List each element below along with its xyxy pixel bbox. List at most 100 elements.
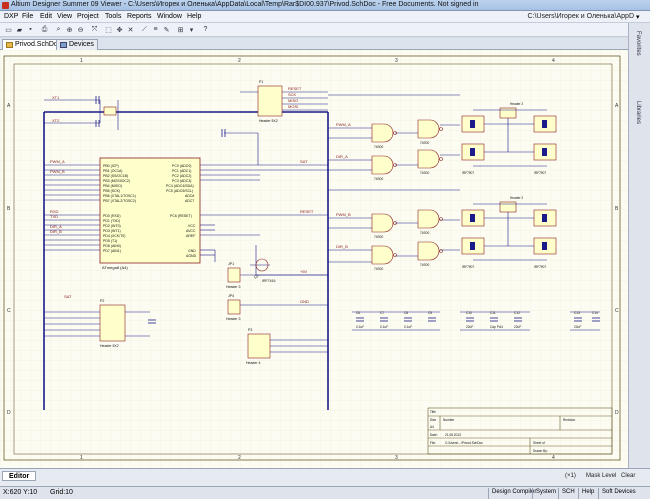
grid-size: Grid:10: [50, 489, 73, 496]
zoom-level[interactable]: (×1): [565, 473, 576, 479]
net-label-dir-a-right: DIR_A: [336, 154, 348, 159]
cap-value-c10: 22uF: [466, 325, 473, 329]
zoom-area-icon[interactable]: ⌕: [54, 25, 63, 34]
ruler-top-4: 4: [552, 58, 555, 64]
title-block-revision: Revision: [563, 418, 575, 422]
print-icon[interactable]: ⎙: [40, 25, 49, 34]
ruler-left-d: D: [7, 410, 11, 416]
net-label-pwm-a-left: PWM_A: [50, 159, 65, 164]
zoom-selected-icon[interactable]: ⊖: [76, 25, 85, 34]
menu-view[interactable]: View: [57, 13, 72, 20]
save-icon[interactable]: ▪: [26, 25, 35, 34]
path-dropdown-arrow-icon[interactable]: ▾: [636, 13, 640, 21]
menu-project[interactable]: Project: [77, 13, 99, 20]
favorites-panel-tab[interactable]: Favorites: [635, 31, 641, 56]
cap-ref-c7: C7: [380, 311, 384, 315]
crystal[interactable]: [103, 106, 117, 116]
header-jp1-ref: JP1: [228, 262, 234, 266]
tab-label: Devices: [69, 41, 94, 48]
mask-level-button[interactable]: Mask Level: [586, 473, 616, 479]
cap-value-c8: 0.1uF: [404, 325, 412, 329]
tab-devices[interactable]: Devices: [56, 39, 98, 50]
mcu-pin-pd5: PD5 (T1): [103, 239, 117, 243]
editor-tab[interactable]: Editor: [2, 471, 37, 481]
open-folder-icon[interactable]: ▰: [15, 25, 24, 34]
net-label-5v: +5V: [300, 269, 308, 274]
cap-ref-c12: C12: [514, 311, 520, 315]
cap-ref-c6: C6: [356, 311, 360, 315]
soft-devices-button[interactable]: Soft Devices: [598, 488, 639, 499]
mosfet-label-1: IRF7907: [462, 171, 474, 175]
menu-tools[interactable]: Tools: [105, 13, 121, 20]
bus-icon[interactable]: ≡: [151, 25, 160, 34]
pencil-icon[interactable]: ✎: [162, 25, 171, 34]
mcu-pin-pb7: PB7 (XTAL2/TOSC2): [103, 199, 136, 203]
cap-ref-c8: C8: [404, 311, 408, 315]
grid-dropdown-icon[interactable]: ▾: [187, 25, 196, 34]
zoom-fit-icon[interactable]: ⊕: [65, 25, 74, 34]
right-header-label-2: Header 2: [510, 196, 523, 200]
libraries-panel-tab[interactable]: Libraries: [635, 101, 641, 124]
header-p3[interactable]: [247, 333, 271, 359]
help-button[interactable]: Help: [578, 488, 597, 499]
header-p1-ref: P1: [259, 80, 263, 84]
ruler-top-2: 2: [238, 58, 241, 64]
cap-value-c11: Cap Pol1: [490, 325, 503, 329]
menu-edit[interactable]: Edit: [40, 13, 52, 20]
net-label-gnd: GND: [300, 299, 309, 304]
header-jp1-name: Header 3: [226, 285, 240, 289]
mosfet-label-4: IRF7907: [534, 265, 546, 269]
title-block-size-value: A4: [430, 425, 434, 429]
system-button[interactable]: System: [532, 488, 559, 499]
net-label-mosi-top: MOSI: [288, 104, 298, 109]
sch-button[interactable]: SCH: [558, 488, 578, 499]
menu-reports[interactable]: Reports: [127, 13, 152, 20]
mosfet-label-2: IRF7907: [534, 171, 546, 175]
title-block-file-value: C:\Users\...\Privod.SchDoc: [445, 441, 483, 445]
status-bar: X:620 Y:10 Grid:10 Design Compiler Syste…: [0, 486, 650, 499]
header-jp1[interactable]: [227, 267, 241, 283]
clear-button[interactable]: Clear: [621, 473, 635, 479]
gate-label-3: 74S00: [420, 141, 429, 145]
header-p2[interactable]: [99, 304, 126, 342]
menu-file[interactable]: File: [22, 13, 33, 20]
mcu-pin-pd0: PD0 (RXD): [103, 214, 121, 218]
menu-window[interactable]: Window: [157, 13, 182, 20]
cap-ref-c11: C11: [490, 311, 496, 315]
help-icon[interactable]: ?: [201, 25, 210, 34]
menu-help[interactable]: Help: [187, 13, 201, 20]
mcu-pin-pc1: PC1 (ADC1): [172, 169, 191, 173]
deselect-icon[interactable]: ✕: [126, 25, 135, 34]
move-icon[interactable]: ✥: [115, 25, 124, 34]
gate-label-2: 74S00: [374, 177, 383, 181]
header-jp4[interactable]: [227, 299, 241, 315]
net-label-pwm-b-right: PWM_B: [336, 212, 351, 217]
mcu-pin-reset: PC6 (RESET): [170, 214, 192, 218]
gate-label-5: 74S00: [374, 235, 383, 239]
ruler-bottom-2: 2: [238, 455, 241, 461]
mcu-pin-pc5: PC5 (ADC5/SCL): [166, 189, 193, 193]
transistor-q7-ref: Q7: [254, 275, 259, 279]
cross-probe-icon[interactable]: ⤧: [90, 25, 99, 34]
net-label-sat-left: SAT: [64, 294, 72, 299]
grid-icon[interactable]: ⊞: [176, 25, 185, 34]
menu-dxp[interactable]: DXP: [4, 13, 18, 20]
mcu-pin-pc3: PC3 (ADC3): [172, 179, 191, 183]
mcu-pin-pd4: PD4 (XCK/T0): [103, 234, 125, 238]
select-area-icon[interactable]: ⬚: [104, 25, 113, 34]
net-label-pwm-b-left: PWM_B: [50, 169, 65, 174]
path-dropdown[interactable]: C:\Users\Игорек и Оленька\AppD: [527, 13, 634, 20]
new-document-icon[interactable]: ▭: [4, 25, 13, 34]
net-label-sck-top: SCK: [288, 92, 297, 97]
mcu-pin-pb1: PB1 (OC1A): [103, 169, 122, 173]
mcu-pin-vcc: VCC: [188, 224, 196, 228]
schematic-canvas[interactable]: 1 2 3 4 1 2 3 4 A B C D A B C D PB0 (ICP…: [0, 50, 628, 468]
title-block-drawn: Drawn By:: [533, 449, 548, 453]
header-p1[interactable]: [257, 85, 283, 117]
mcu-pin-pc0: PC0 (ADC0): [172, 164, 191, 168]
title-block-date-label: Date:: [430, 433, 438, 437]
ruler-top-3: 3: [395, 58, 398, 64]
mcu-pin-pd7: PD7 (AIN1): [103, 249, 121, 253]
wire-icon[interactable]: ⟋: [140, 25, 149, 34]
ruler-right-c: C: [615, 308, 619, 314]
